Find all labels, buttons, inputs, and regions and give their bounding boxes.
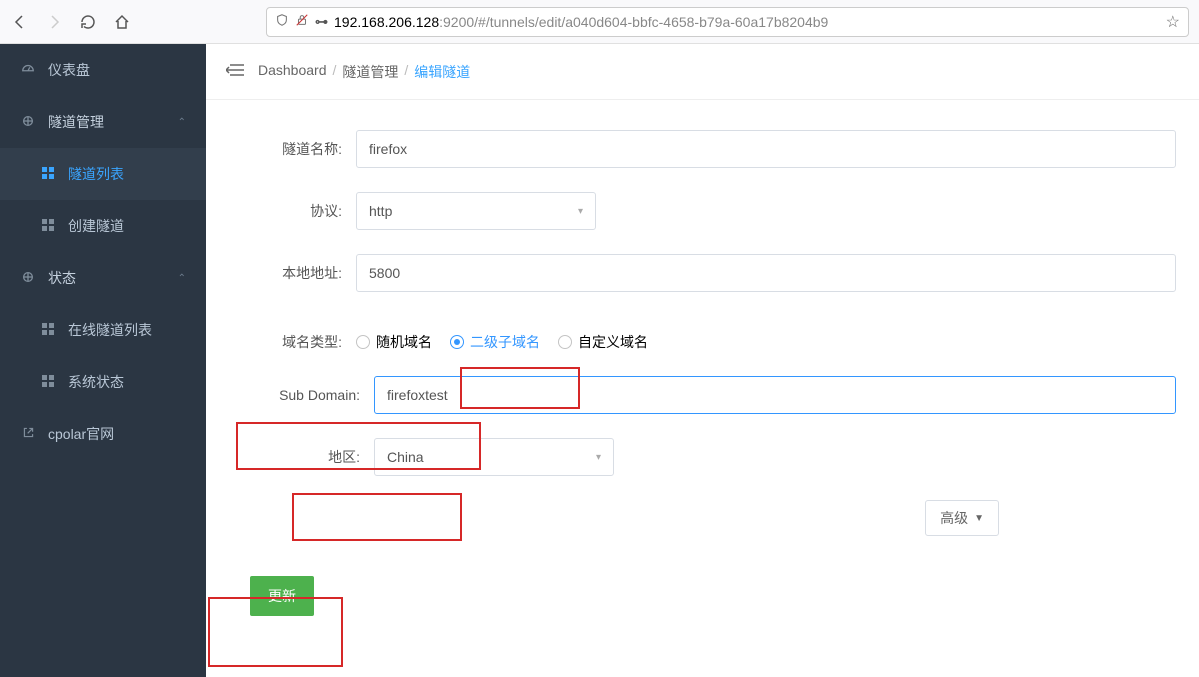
protocol-select[interactable]: http ▾ [356, 192, 596, 230]
caret-down-icon: ▼ [974, 513, 984, 524]
reload-button[interactable] [78, 12, 98, 32]
menu-toggle-icon[interactable] [226, 61, 244, 82]
sidebar-item-cpolar-site[interactable]: cpolar官网 [0, 408, 206, 460]
https-lock-slash-icon [295, 13, 309, 30]
local-address-input[interactable] [356, 254, 1176, 292]
advanced-button[interactable]: 高级 ▼ [925, 500, 999, 536]
sidebar-item-label: 在线隧道列表 [68, 320, 152, 340]
breadcrumb: Dashboard / 隧道管理 / 编辑隧道 [258, 62, 470, 82]
sidebar-item-status[interactable]: 状态 ⌃ [0, 252, 206, 304]
sidebar-item-label: 创建隧道 [68, 216, 124, 236]
protocol-label: 协议: [226, 201, 356, 221]
key-icon: ⊶ [315, 14, 328, 30]
domain-type-label: 域名类型: [226, 332, 356, 352]
chevron-up-icon: ⌃ [178, 273, 186, 284]
gauge-icon [20, 62, 36, 79]
region-label: 地区: [226, 447, 374, 467]
sidebar-item-label: 仪表盘 [48, 60, 90, 80]
edit-tunnel-form: 隧道名称: 协议: http ▾ 本地地址: 域名类型: [206, 100, 1199, 636]
bookmark-star-icon[interactable]: ☆ [1166, 12, 1180, 32]
subdomain-input[interactable] [374, 376, 1176, 414]
sidebar-item-label: 隧道列表 [68, 164, 124, 184]
local-address-label: 本地地址: [226, 263, 356, 283]
advanced-label: 高级 [940, 508, 968, 528]
update-button[interactable]: 更新 [250, 576, 314, 616]
breadcrumb-current: 编辑隧道 [414, 62, 470, 82]
grid-icon [40, 218, 56, 234]
tunnel-name-input[interactable] [356, 130, 1176, 168]
sidebar-item-online-tunnels[interactable]: 在线隧道列表 [0, 304, 206, 356]
shield-icon [275, 13, 289, 30]
browser-chrome: ⊶ 192.168.206.128:9200/#/tunnels/edit/a0… [0, 0, 1199, 44]
chevron-down-icon: ▾ [578, 206, 583, 217]
chevron-down-icon: ▾ [596, 452, 601, 463]
home-button[interactable] [112, 12, 132, 32]
sidebar: 仪表盘 隧道管理 ⌃ 隧道列表 创建隧道 状态 ⌃ [0, 44, 206, 677]
subdomain-label: Sub Domain: [226, 387, 374, 403]
sidebar-item-label: cpolar官网 [48, 424, 114, 444]
grid-icon [40, 166, 56, 182]
breadcrumb-separator: / [333, 62, 337, 82]
breadcrumb-mid[interactable]: 隧道管理 [342, 62, 398, 82]
sidebar-item-tunnel-manage[interactable]: 隧道管理 ⌃ [0, 96, 206, 148]
grid-icon [40, 374, 56, 390]
radio-custom-domain[interactable]: 自定义域名 [558, 332, 648, 352]
breadcrumb-separator: / [404, 62, 408, 82]
tunnel-name-label: 隧道名称: [226, 139, 356, 159]
radio-label: 随机域名 [376, 332, 432, 352]
sidebar-item-label: 隧道管理 [48, 112, 104, 132]
radio-random-domain[interactable]: 随机域名 [356, 332, 432, 352]
radio-label: 自定义域名 [578, 332, 648, 352]
region-select[interactable]: China ▾ [374, 438, 614, 476]
domain-type-radio-group: 随机域名 二级子域名 自定义域名 [356, 332, 648, 352]
radio-subdomain[interactable]: 二级子域名 [450, 332, 540, 352]
protocol-value: http [369, 203, 392, 219]
grid-icon [40, 322, 56, 338]
breadcrumb-root[interactable]: Dashboard [258, 62, 327, 82]
forward-button[interactable] [44, 12, 64, 32]
sidebar-item-label: 状态 [48, 268, 76, 288]
back-button[interactable] [10, 12, 30, 32]
sidebar-item-system-status[interactable]: 系统状态 [0, 356, 206, 408]
radio-label: 二级子域名 [470, 332, 540, 352]
sidebar-item-tunnel-list[interactable]: 隧道列表 [0, 148, 206, 200]
external-link-icon [20, 426, 36, 442]
region-value: China [387, 449, 424, 465]
sidebar-item-label: 系统状态 [68, 372, 124, 392]
circle-icon [20, 114, 36, 131]
url-host: 192.168.206.128:9200/#/tunnels/edit/a040… [334, 14, 828, 30]
main-content: Dashboard / 隧道管理 / 编辑隧道 隧道名称: 协议: http ▾ [206, 44, 1199, 677]
url-bar[interactable]: ⊶ 192.168.206.128:9200/#/tunnels/edit/a0… [266, 7, 1189, 37]
sidebar-item-dashboard[interactable]: 仪表盘 [0, 44, 206, 96]
circle-icon [20, 270, 36, 287]
chevron-up-icon: ⌃ [178, 117, 186, 128]
topbar: Dashboard / 隧道管理 / 编辑隧道 [206, 44, 1199, 100]
sidebar-item-create-tunnel[interactable]: 创建隧道 [0, 200, 206, 252]
